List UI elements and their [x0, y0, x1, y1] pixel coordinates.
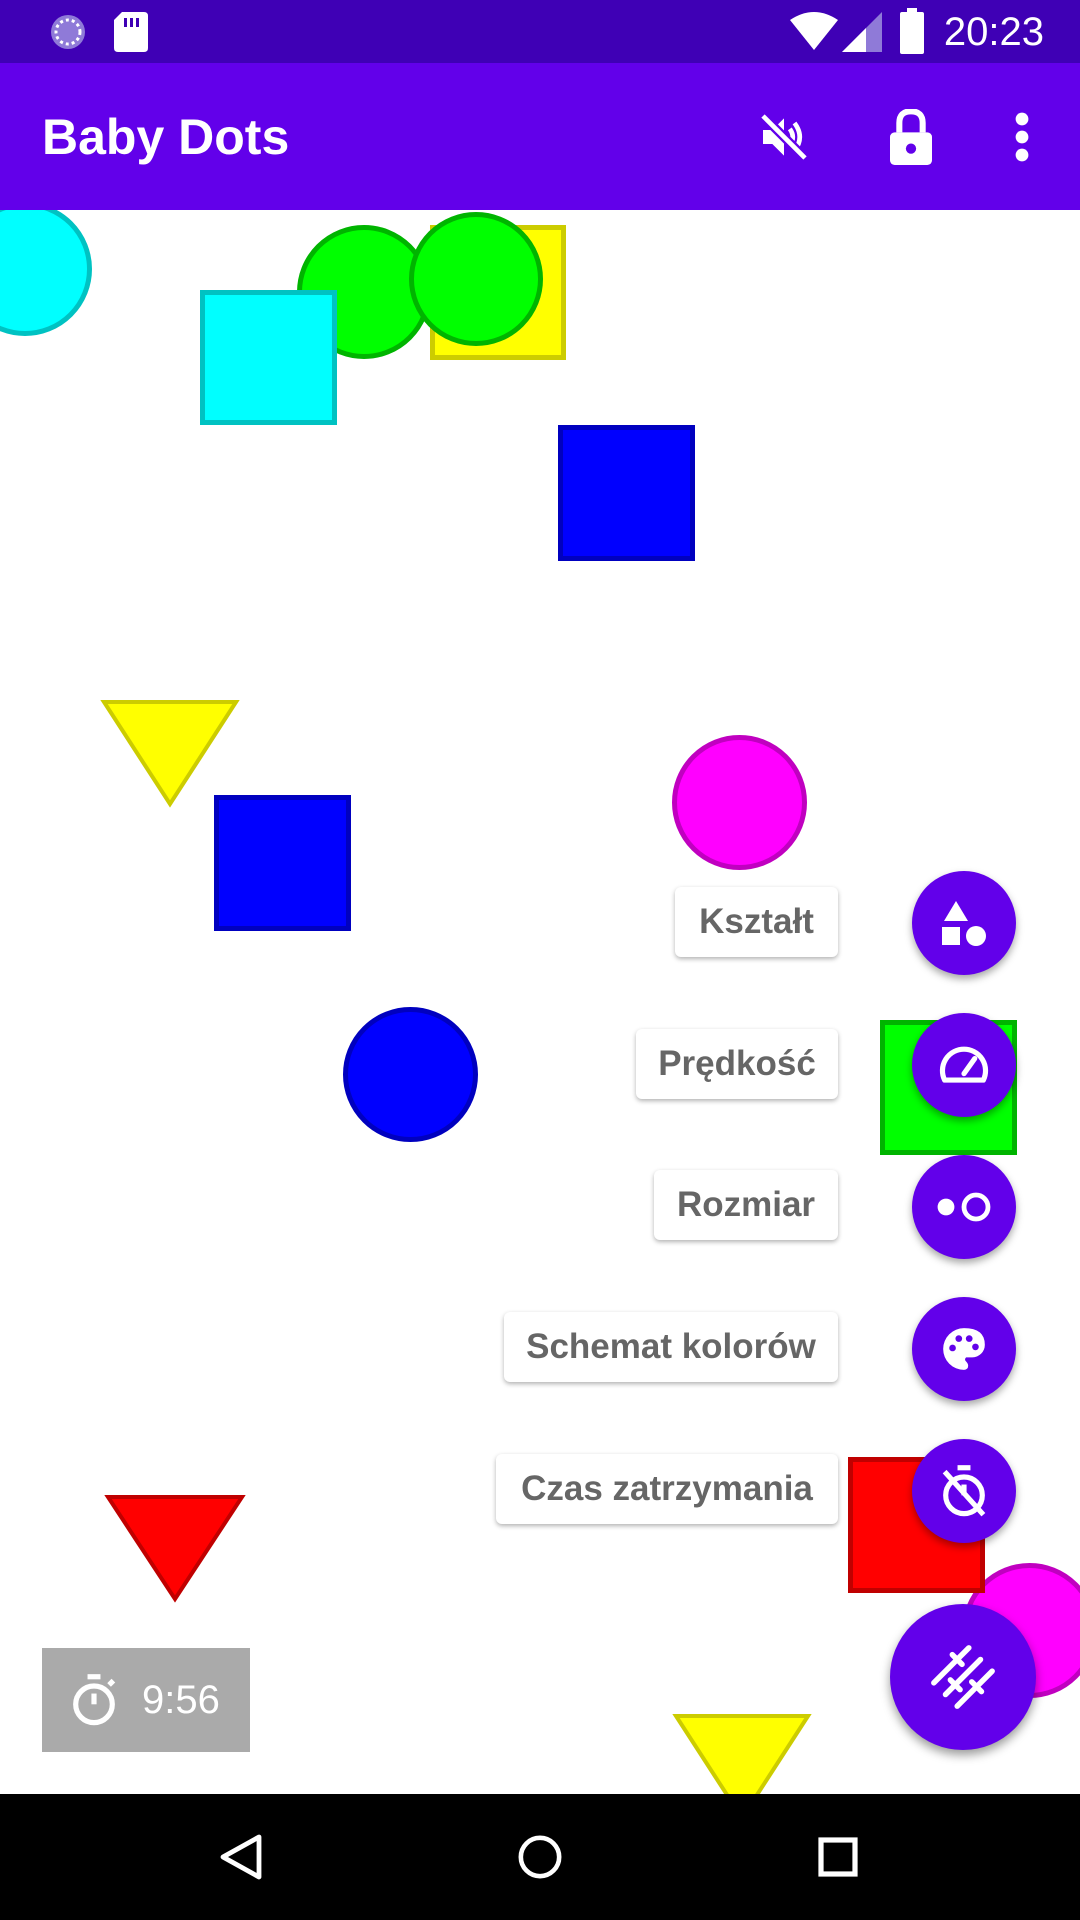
app-bar: Baby Dots	[0, 63, 1080, 210]
lock-icon	[890, 109, 932, 165]
shape-button[interactable]	[912, 871, 1016, 975]
fab-label-stop-time[interactable]: Czas zatrzymania	[496, 1454, 838, 1524]
blue-square	[214, 795, 351, 931]
sync-icon	[48, 12, 88, 57]
green-circle	[409, 212, 543, 346]
mute-icon	[759, 112, 809, 162]
back-icon	[220, 1834, 262, 1880]
fab-label-speed[interactable]: Prędkość	[636, 1029, 838, 1099]
yellow-triangle	[672, 1714, 812, 1794]
fab-label-size[interactable]: Rozmiar	[654, 1170, 838, 1240]
cyan-square	[200, 290, 337, 425]
wifi-icon	[790, 12, 838, 57]
blue-circle	[343, 1007, 478, 1142]
fab-label-text: Rozmiar	[676, 1185, 816, 1224]
battery-icon	[900, 8, 924, 59]
sd-card-icon	[114, 12, 148, 57]
settings-fab[interactable]	[890, 1604, 1036, 1750]
size-button[interactable]	[912, 1155, 1016, 1259]
timer-display: 9:56	[42, 1648, 250, 1752]
blue-square	[558, 425, 695, 561]
fab-label-color-scheme[interactable]: Schemat kolorów	[504, 1312, 838, 1382]
magenta-circle	[672, 735, 807, 870]
timer-off-icon	[942, 1465, 986, 1517]
fab-label-shape[interactable]: Kształt	[675, 887, 838, 957]
yellow-triangle	[100, 700, 240, 808]
color-scheme-button[interactable]	[912, 1297, 1016, 1401]
cyan-circle	[0, 210, 92, 336]
more-vert-icon	[1015, 112, 1029, 162]
fab-label-text: Schemat kolorów	[526, 1327, 816, 1366]
mute-button[interactable]	[748, 101, 820, 173]
timer-icon	[73, 1674, 116, 1726]
shapes-icon	[942, 901, 986, 946]
status-time: 20:23	[943, 10, 1044, 54]
stop-time-button[interactable]	[912, 1439, 1016, 1543]
tune-icon	[931, 1645, 995, 1709]
recents-button[interactable]	[800, 1819, 876, 1895]
speed-button[interactable]	[912, 1013, 1016, 1117]
home-icon	[518, 1835, 562, 1879]
timer-value: 9:56	[142, 1677, 220, 1722]
more-options-button[interactable]	[986, 101, 1058, 173]
cell-signal-icon	[842, 12, 882, 57]
back-button[interactable]	[203, 1819, 279, 1895]
home-button[interactable]	[502, 1819, 578, 1895]
status-bar: 20:23	[0, 0, 1080, 63]
size-icon	[937, 1192, 991, 1222]
app-title: Baby Dots	[42, 109, 290, 165]
lock-button[interactable]	[875, 101, 947, 173]
recents-icon	[818, 1837, 858, 1877]
palette-icon	[943, 1328, 985, 1370]
fab-label-text: Czas zatrzymania	[521, 1469, 813, 1508]
red-triangle	[104, 1495, 246, 1603]
fab-label-text: Kształt	[699, 902, 814, 941]
drawing-canvas[interactable]	[0, 210, 1080, 1794]
speedometer-icon	[939, 1046, 989, 1083]
navigation-bar	[0, 1794, 1080, 1920]
fab-label-text: Prędkość	[658, 1044, 816, 1083]
